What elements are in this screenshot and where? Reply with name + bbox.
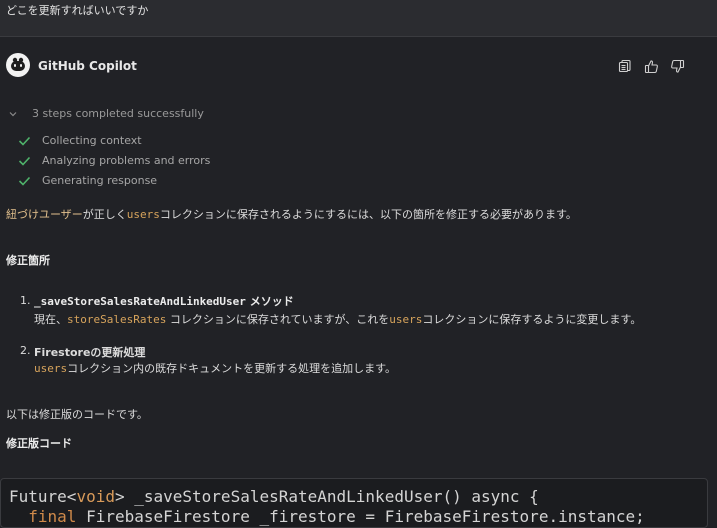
step-label: Collecting context bbox=[42, 134, 142, 147]
intro-text: が正しく bbox=[82, 208, 127, 221]
section-title: 修正箇所 bbox=[6, 254, 50, 267]
check-icon bbox=[18, 176, 31, 186]
code-keyword: final bbox=[9, 507, 77, 526]
copy-icon bbox=[618, 59, 631, 73]
step-label: Analyzing problems and errors bbox=[42, 154, 211, 167]
list-number: 1. bbox=[20, 294, 31, 307]
copy-button[interactable] bbox=[617, 58, 633, 74]
step-item: Collecting context bbox=[18, 134, 142, 147]
code-token: FirebaseFirestore _firestore = FirebaseF… bbox=[76, 507, 645, 526]
inline-code: users bbox=[389, 313, 423, 326]
inline-code: users bbox=[34, 362, 68, 375]
user-prompt-bar: どこを更新すればいいですか bbox=[0, 0, 717, 37]
list-item-body: usersコレクション内の既存ドキュメントを更新する処理を追加します。 bbox=[34, 360, 396, 376]
author-name: GitHub Copilot bbox=[38, 59, 137, 73]
code-token: > _saveStoreSalesRateAndLinkedUser() asy… bbox=[114, 487, 539, 506]
step-item: Generating response bbox=[18, 174, 157, 187]
body-text: コレクションに保存されていますが、これを bbox=[166, 313, 390, 326]
user-prompt-text: どこを更新すればいいですか bbox=[6, 4, 149, 17]
chevron-down-icon bbox=[9, 111, 17, 116]
list-number: 2. bbox=[20, 344, 31, 357]
thumbs-up-icon bbox=[644, 59, 658, 73]
list-item-body: 現在、storeSalesRates コレクションに保存されていますが、これをu… bbox=[34, 311, 641, 327]
copilot-icon bbox=[11, 57, 25, 71]
thumbs-down-button[interactable] bbox=[669, 58, 685, 74]
code-keyword: void bbox=[76, 487, 115, 506]
code-block[interactable]: Future<void> _saveStoreSalesRateAndLinke… bbox=[0, 478, 708, 528]
code-line: final FirebaseFirestore _firestore = Fir… bbox=[9, 507, 645, 526]
code-title: 修正版コード bbox=[6, 437, 72, 450]
list-item-title: _saveStoreSalesRateAndLinkedUser メソッド bbox=[34, 293, 294, 309]
body-text: 現在、 bbox=[34, 313, 67, 326]
list-item-title: Firestoreの更新処理 bbox=[34, 346, 146, 359]
step-label: Generating response bbox=[42, 174, 158, 187]
method-name-code: _saveStoreSalesRateAndLinkedUser bbox=[34, 295, 246, 308]
inline-code: storeSalesRates bbox=[67, 313, 167, 326]
thumbs-up-button[interactable] bbox=[643, 58, 659, 74]
method-suffix: メソッド bbox=[245, 295, 294, 308]
check-icon bbox=[18, 136, 31, 146]
code-line: Future<void> _saveStoreSalesRateAndLinke… bbox=[9, 487, 539, 506]
answer-intro: 紐づけユーザーが正しくusersコレクションに保存されるようにするには、以下の箇… bbox=[6, 206, 577, 222]
response-actions bbox=[617, 58, 685, 74]
thumbs-down-icon bbox=[670, 59, 684, 73]
body-text: コレクション内の既存ドキュメントを更新する処理を追加します。 bbox=[67, 362, 397, 375]
inline-code: users bbox=[126, 208, 160, 221]
linked-user-term: 紐づけユーザー bbox=[6, 208, 83, 221]
answer-outro: 以下は修正版のコードです。 bbox=[6, 408, 148, 421]
body-text: コレクションに保存するように変更します。 bbox=[422, 313, 642, 326]
check-icon bbox=[18, 156, 31, 166]
response-header: GitHub Copilot bbox=[0, 52, 717, 82]
copilot-avatar bbox=[6, 53, 30, 77]
code-token: Future< bbox=[9, 487, 77, 506]
intro-text: コレクションに保存されるようにするには、以下の箇所を修正する必要があります。 bbox=[159, 208, 577, 221]
steps-toggle[interactable]: 3 steps completed successfully bbox=[8, 107, 204, 120]
steps-summary-text: 3 steps completed successfully bbox=[32, 107, 204, 120]
step-item: Analyzing problems and errors bbox=[18, 154, 210, 167]
